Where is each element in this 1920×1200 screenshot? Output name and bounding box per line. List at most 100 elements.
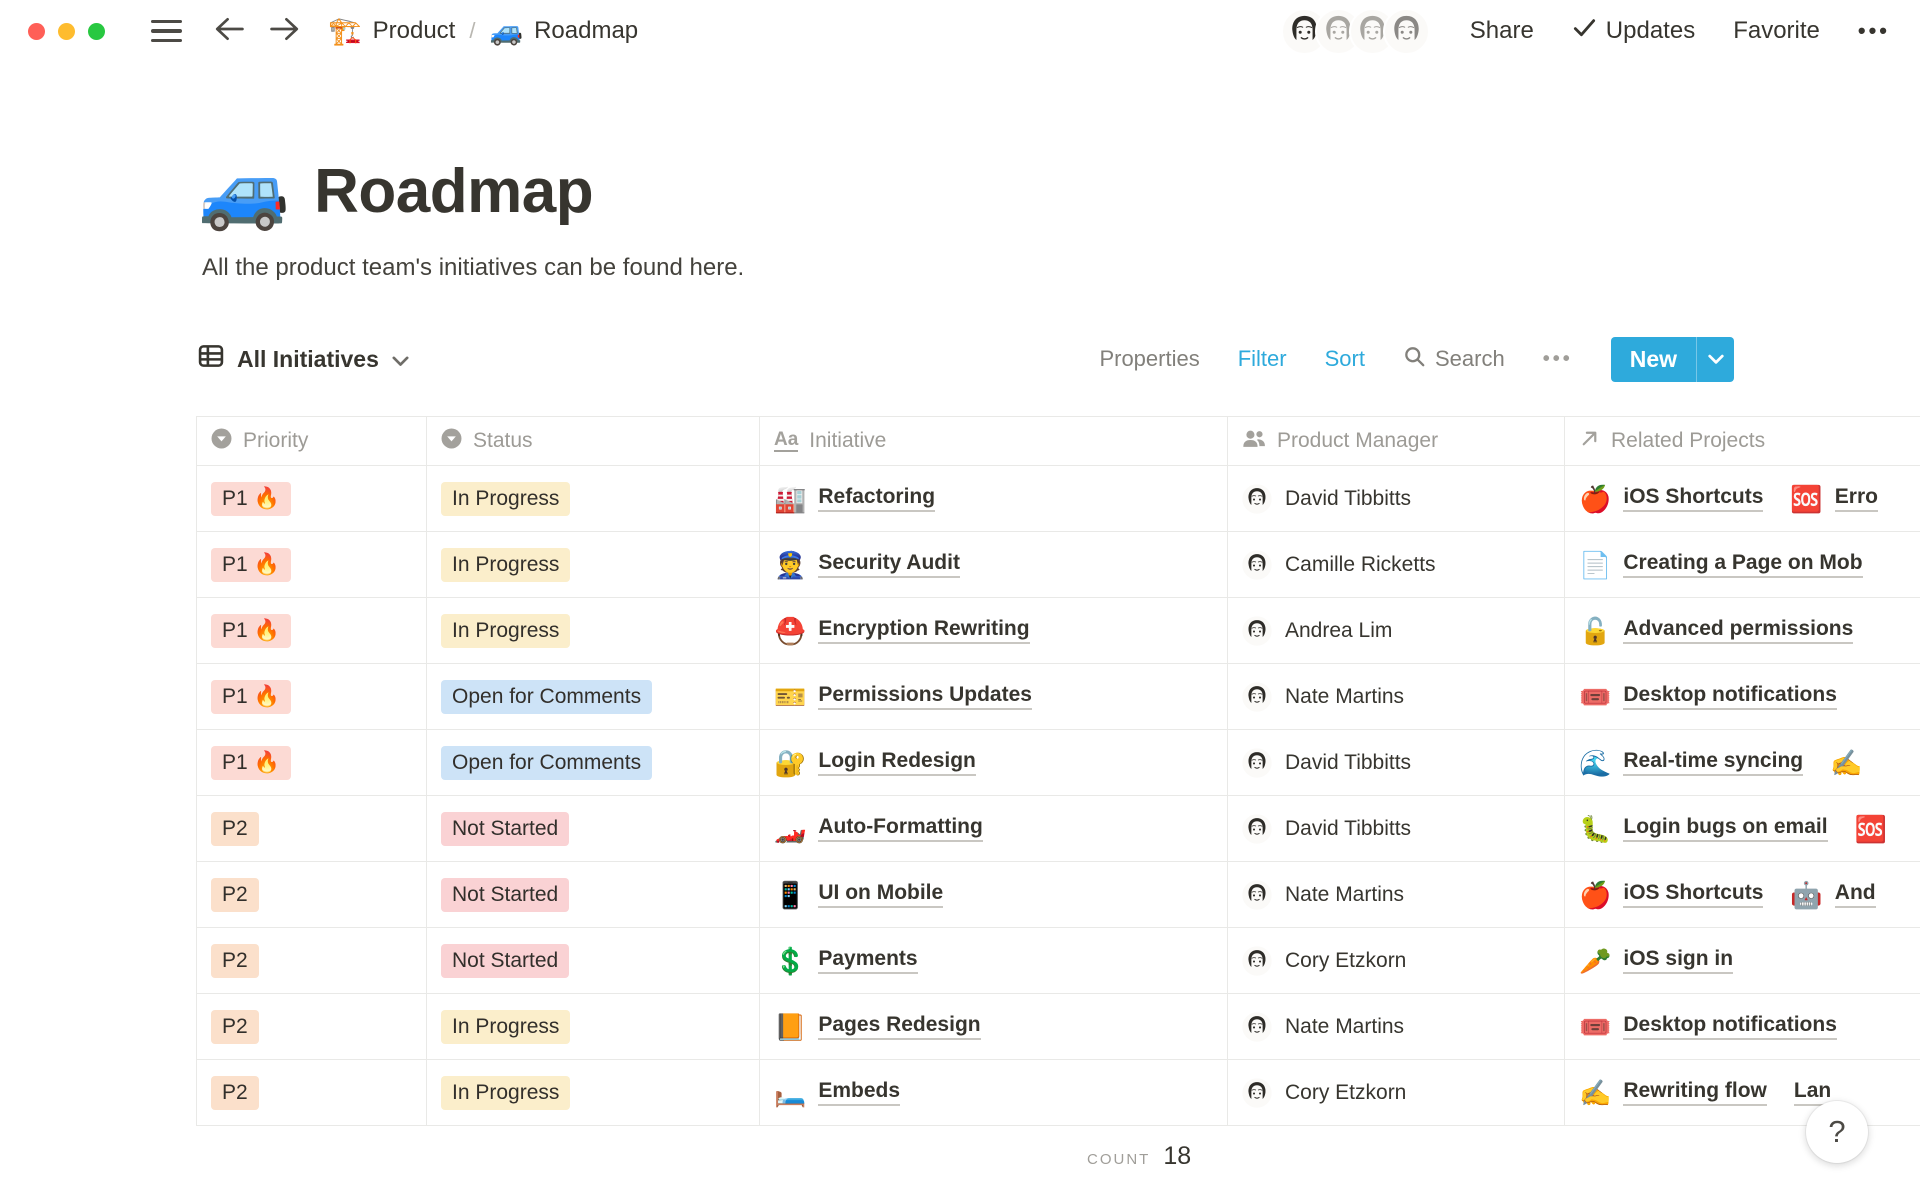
related-projects-cell[interactable]: 🥕iOS sign in [1565,928,1920,993]
related-project-link[interactable]: 🍎iOS Shortcuts [1579,881,1763,908]
initiative-link[interactable]: 📱UI on Mobile [774,881,943,908]
related-project-link[interactable]: 🎟️Desktop notifications [1579,683,1837,710]
sidebar-menu-icon[interactable] [151,20,182,43]
column-header-priority[interactable]: Priority [196,417,427,465]
status-cell[interactable]: In Progress [427,532,760,597]
related-project-link[interactable]: 🐛Login bugs on email [1579,815,1828,842]
related-projects-cell[interactable]: 🌊Real-time syncing ✍️ [1565,730,1920,795]
initiative-link[interactable]: 🔐Login Redesign [774,749,976,776]
priority-cell[interactable]: P2 [196,796,427,861]
product-manager-cell[interactable]: David Tibbitts [1228,466,1565,531]
page-icon-blue-car[interactable]: 🚙 [198,154,290,228]
initiative-cell[interactable]: 🏎️Auto-Formatting [760,796,1228,861]
initiative-cell[interactable]: 🛏️Embeds [760,1060,1228,1125]
initiative-link[interactable]: 🛏️Embeds [774,1079,900,1106]
priority-cell[interactable]: P2 [196,862,427,927]
favorite-button[interactable]: Favorite [1733,17,1820,45]
search-button[interactable]: Search [1403,345,1505,374]
product-manager-cell[interactable]: Nate Martins [1228,994,1565,1059]
initiative-link[interactable]: 💲Payments [774,947,918,974]
close-window-button[interactable] [28,23,45,40]
related-project-link[interactable]: 🍎iOS Shortcuts [1579,485,1763,512]
column-header-status[interactable]: Status [427,417,760,465]
initiative-cell[interactable]: 🔐Login Redesign [760,730,1228,795]
product-manager-cell[interactable]: Andrea Lim [1228,598,1565,663]
product-manager-cell[interactable]: Nate Martins [1228,862,1565,927]
related-project-link[interactable]: 📄Creating a Page on Mob [1579,551,1863,578]
related-project-link[interactable]: 🥕iOS sign in [1579,947,1733,974]
status-cell[interactable]: Not Started [427,796,760,861]
related-project-link[interactable]: 🔓Advanced permissions [1579,617,1853,644]
status-cell[interactable]: In Progress [427,1060,760,1125]
related-project-link[interactable]: 🎟️Desktop notifications [1579,1013,1837,1040]
initiative-cell[interactable]: 💲Payments [760,928,1228,993]
forward-arrow-icon[interactable] [269,16,300,47]
initiative-link[interactable]: 🏭Refactoring [774,485,935,512]
status-cell[interactable]: In Progress [427,994,760,1059]
related-project-link[interactable]: 🌊Real-time syncing [1579,749,1803,776]
initiative-cell[interactable]: ⛑️Encryption Rewriting [760,598,1228,663]
related-project-link[interactable]: 🆘Erro [1790,485,1878,512]
initiative-link[interactable]: 🏎️Auto-Formatting [774,815,983,842]
back-arrow-icon[interactable] [214,16,245,47]
product-manager-cell[interactable]: Cory Etzkorn [1228,928,1565,993]
related-projects-cell[interactable]: 📄Creating a Page on Mob [1565,532,1920,597]
initiative-link[interactable]: 📙Pages Redesign [774,1013,981,1040]
updates-button[interactable]: Updates [1572,17,1695,46]
share-button[interactable]: Share [1470,17,1534,45]
related-project-link[interactable]: 🆘 [1855,816,1887,842]
column-header-related-projects[interactable]: Related Projects [1565,417,1920,465]
initiative-link[interactable]: 🎫Permissions Updates [774,683,1032,710]
priority-cell[interactable]: P1 🔥 [196,532,427,597]
related-projects-cell[interactable]: 🔓Advanced permissions [1565,598,1920,663]
related-projects-cell[interactable]: 🐛Login bugs on email 🆘 [1565,796,1920,861]
status-cell[interactable]: Open for Comments [427,664,760,729]
view-switcher[interactable]: All Initiatives [198,343,409,375]
priority-cell[interactable]: P2 [196,994,427,1059]
related-project-link[interactable]: 🤖And [1790,881,1875,908]
count-footer[interactable]: COUNT 18 [1087,1142,1920,1171]
collaborator-avatar[interactable] [1383,8,1430,55]
product-manager-cell[interactable]: Camille Ricketts [1228,532,1565,597]
product-manager-cell[interactable]: David Tibbitts [1228,730,1565,795]
initiative-cell[interactable]: 🎫Permissions Updates [760,664,1228,729]
priority-cell[interactable]: P2 [196,1060,427,1125]
priority-cell[interactable]: P1 🔥 [196,598,427,663]
related-project-link[interactable]: ✍️Rewriting flow [1579,1079,1767,1106]
initiative-cell[interactable]: 📙Pages Redesign [760,994,1228,1059]
properties-button[interactable]: Properties [1099,346,1199,372]
priority-cell[interactable]: P1 🔥 [196,466,427,531]
status-cell[interactable]: Not Started [427,862,760,927]
breadcrumb-item-product[interactable]: 🏗️ Product [328,17,455,45]
related-projects-cell[interactable]: 🎟️Desktop notifications [1565,664,1920,729]
more-options-button[interactable]: ••• [1858,18,1890,44]
related-projects-cell[interactable]: 🍎iOS Shortcuts 🤖And [1565,862,1920,927]
minimize-window-button[interactable] [58,23,75,40]
product-manager-cell[interactable]: Cory Etzkorn [1228,1060,1565,1125]
priority-cell[interactable]: P1 🔥 [196,730,427,795]
column-header-product-manager[interactable]: Product Manager [1228,417,1565,465]
status-cell[interactable]: Open for Comments [427,730,760,795]
priority-cell[interactable]: P2 [196,928,427,993]
related-projects-cell[interactable]: 🎟️Desktop notifications [1565,994,1920,1059]
new-button-dropdown[interactable] [1696,337,1734,382]
initiative-cell[interactable]: 👮Security Audit [760,532,1228,597]
product-manager-cell[interactable]: Nate Martins [1228,664,1565,729]
product-manager-cell[interactable]: David Tibbitts [1228,796,1565,861]
initiative-link[interactable]: ⛑️Encryption Rewriting [774,617,1030,644]
new-button[interactable]: New [1611,337,1696,382]
status-cell[interactable]: In Progress [427,466,760,531]
sort-button[interactable]: Sort [1325,346,1365,372]
view-more-options-button[interactable]: ••• [1543,348,1573,371]
initiative-link[interactable]: 👮Security Audit [774,551,960,578]
status-cell[interactable]: In Progress [427,598,760,663]
initiative-cell[interactable]: 🏭Refactoring [760,466,1228,531]
filter-button[interactable]: Filter [1238,346,1287,372]
status-cell[interactable]: Not Started [427,928,760,993]
initiative-cell[interactable]: 📱UI on Mobile [760,862,1228,927]
related-projects-cell[interactable]: ✍️Rewriting flowLan [1565,1060,1920,1125]
page-description[interactable]: All the product team's initiatives can b… [202,254,1920,282]
zoom-window-button[interactable] [88,23,105,40]
related-projects-cell[interactable]: 🍎iOS Shortcuts 🆘Erro [1565,466,1920,531]
related-project-link[interactable]: ✍️ [1830,750,1862,776]
